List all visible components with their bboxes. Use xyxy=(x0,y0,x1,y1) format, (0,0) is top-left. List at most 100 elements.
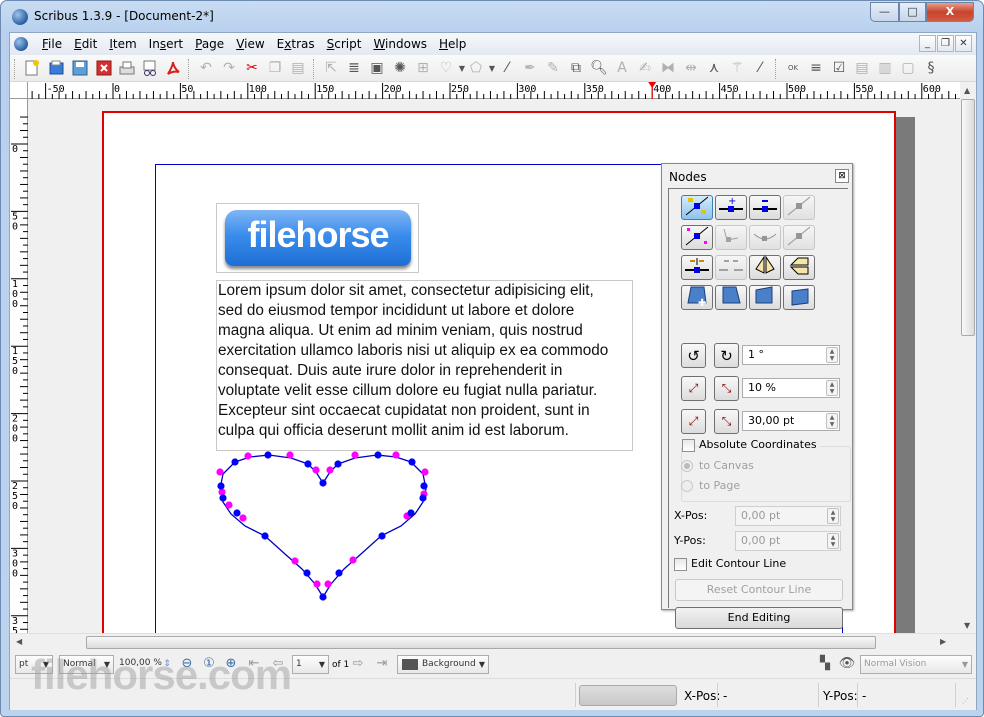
menu-script[interactable]: Script xyxy=(321,37,368,51)
next-page-icon[interactable]: ⇨ xyxy=(349,656,367,672)
reset-contour-button[interactable]: Reset Contour Line xyxy=(675,579,843,601)
link-annotation-icon[interactable]: § xyxy=(921,58,941,78)
control-point[interactable] xyxy=(286,451,294,459)
edit-text-icon[interactable]: ✍ xyxy=(635,58,655,78)
vision-select[interactable]: Normal Vision ▼ xyxy=(860,655,972,674)
select-item-icon[interactable]: ⇱ xyxy=(321,58,341,78)
spin-arrows-icon[interactable]: ▲ ▼ xyxy=(827,508,839,524)
shrink-pt-button[interactable]: ⤡ xyxy=(714,409,739,434)
insert-bezier-icon[interactable]: ✒ xyxy=(520,58,540,78)
visual-appearance-icon[interactable]: 👁︎ xyxy=(838,656,856,672)
path-node[interactable] xyxy=(231,458,239,466)
paste-icon[interactable]: ▤ xyxy=(288,58,308,78)
control-point[interactable] xyxy=(312,466,320,474)
mirror-vertical-button[interactable] xyxy=(783,255,815,280)
absolute-coordinates-checkbox[interactable] xyxy=(682,439,695,452)
layer-select[interactable]: Background ▼ xyxy=(397,655,489,674)
rotate-ccw-button[interactable]: ↺ xyxy=(681,343,706,368)
path-node[interactable] xyxy=(419,494,427,502)
open-path-button[interactable] xyxy=(681,255,713,280)
measurements-icon[interactable]: ⋏ xyxy=(704,58,724,78)
scroll-down-icon[interactable]: ▼ xyxy=(964,621,970,630)
control-point[interactable] xyxy=(291,557,299,565)
open-document-icon[interactable] xyxy=(47,58,67,78)
control-point[interactable] xyxy=(324,580,332,588)
shear-down-button[interactable] xyxy=(783,285,815,310)
unlink-text-frames-icon[interactable]: ⇹ xyxy=(681,58,701,78)
scroll-left-icon[interactable]: ◀ xyxy=(16,637,22,646)
control-point[interactable] xyxy=(351,451,359,459)
control-point[interactable] xyxy=(216,468,224,476)
spin-arrows-icon[interactable]: ▲ ▼ xyxy=(827,533,839,549)
menu-extras[interactable]: Extras xyxy=(271,37,321,51)
menu-page[interactable]: Page xyxy=(189,37,230,51)
path-node[interactable] xyxy=(335,569,343,577)
mdi-minimize-button[interactable]: _ xyxy=(919,35,936,52)
path-node[interactable] xyxy=(303,569,311,577)
spin-arrows-icon[interactable]: ▲ ▼ xyxy=(826,347,838,363)
vertical-scroll-thumb[interactable] xyxy=(961,99,975,336)
xpos-input[interactable]: 0,00 pt ▲ ▼ xyxy=(735,506,841,526)
add-nodes-button[interactable]: + xyxy=(715,195,747,220)
new-document-icon[interactable] xyxy=(22,58,42,78)
rotate-cw-button[interactable]: ↻ xyxy=(714,343,739,368)
scroll-up-icon[interactable]: ▲ xyxy=(964,86,970,95)
zoom-icon[interactable]: 🔍︎ xyxy=(589,58,609,78)
delete-nodes-button[interactable] xyxy=(749,195,781,220)
reset-this-control-point-button[interactable] xyxy=(783,225,815,250)
rotate-angle-input[interactable]: 1 ° ▲ ▼ xyxy=(742,345,840,365)
ypos-input[interactable]: 0,00 pt ▲ ▼ xyxy=(735,531,841,551)
control-point[interactable] xyxy=(313,580,321,588)
rotate-item-icon[interactable]: ⧉ xyxy=(566,58,586,78)
shear-right-button[interactable] xyxy=(715,285,747,310)
enlarge-pt-button[interactable]: ⤢ xyxy=(681,409,706,434)
move-control-points-button[interactable] xyxy=(681,225,713,250)
pdf-check-box-icon[interactable]: ☑ xyxy=(829,58,849,78)
pdf-list-box-icon[interactable]: ▥ xyxy=(875,58,895,78)
menu-windows[interactable]: Windows xyxy=(367,37,433,51)
path-node[interactable] xyxy=(233,509,241,517)
freehand-line-icon[interactable]: ✎ xyxy=(543,58,563,78)
text-frame[interactable]: Lorem ipsum dolor sit amet, consectetur … xyxy=(216,280,633,451)
edit-contour-checkbox[interactable] xyxy=(674,558,687,571)
insert-table-icon[interactable]: ⊞ xyxy=(413,58,433,78)
preview-mode-icon[interactable]: ▚ xyxy=(816,656,834,672)
scale-percent-input[interactable]: 10 % ▲ ▼ xyxy=(742,378,840,398)
control-point[interactable] xyxy=(244,452,252,460)
pdf-push-button-icon[interactable]: OK xyxy=(783,58,803,78)
close-document-icon[interactable] xyxy=(94,58,114,78)
link-text-frames-icon[interactable]: ⧓ xyxy=(658,58,678,78)
move-nodes-button[interactable] xyxy=(681,195,713,220)
path-node[interactable] xyxy=(408,458,416,466)
path-node[interactable] xyxy=(374,451,382,459)
path-node[interactable] xyxy=(261,532,269,540)
path-node[interactable] xyxy=(334,460,342,468)
heart-shape[interactable] xyxy=(213,451,433,611)
independent-control-points-button[interactable] xyxy=(715,225,747,250)
control-point[interactable] xyxy=(239,514,247,522)
control-point[interactable] xyxy=(392,451,400,459)
insert-render-frame-icon[interactable]: ✺ xyxy=(390,58,410,78)
minimize-button[interactable]: — xyxy=(870,2,899,22)
reset-control-points-button[interactable] xyxy=(783,195,815,220)
text-annotation-icon[interactable]: ▢ xyxy=(898,58,918,78)
menu-view[interactable]: View xyxy=(230,37,270,51)
nodes-close-button[interactable]: ⊠ xyxy=(835,169,849,183)
cut-icon[interactable]: ✂ xyxy=(242,58,262,78)
path-node[interactable] xyxy=(319,479,327,487)
document-menu-icon[interactable] xyxy=(14,37,28,51)
path-node[interactable] xyxy=(264,451,272,459)
path-node[interactable] xyxy=(219,494,227,502)
close-path-button[interactable] xyxy=(715,255,747,280)
horizontal-scrollbar[interactable]: ◀ ▶ xyxy=(10,633,976,650)
end-editing-button[interactable]: End Editing xyxy=(675,607,843,629)
page-select[interactable]: 1 ▼ xyxy=(292,655,329,674)
eye-dropper-icon[interactable]: ⁄ xyxy=(750,58,770,78)
insert-line-icon[interactable]: ⁄ xyxy=(497,58,517,78)
preflight-verifier-icon[interactable] xyxy=(140,58,160,78)
pdf-text-field-icon[interactable]: ≡ xyxy=(806,58,826,78)
symmetric-control-points-button[interactable] xyxy=(749,225,781,250)
copy-icon[interactable]: ❐ xyxy=(265,58,285,78)
copy-properties-icon[interactable]: ⚚ xyxy=(727,58,747,78)
control-point[interactable] xyxy=(218,488,226,496)
